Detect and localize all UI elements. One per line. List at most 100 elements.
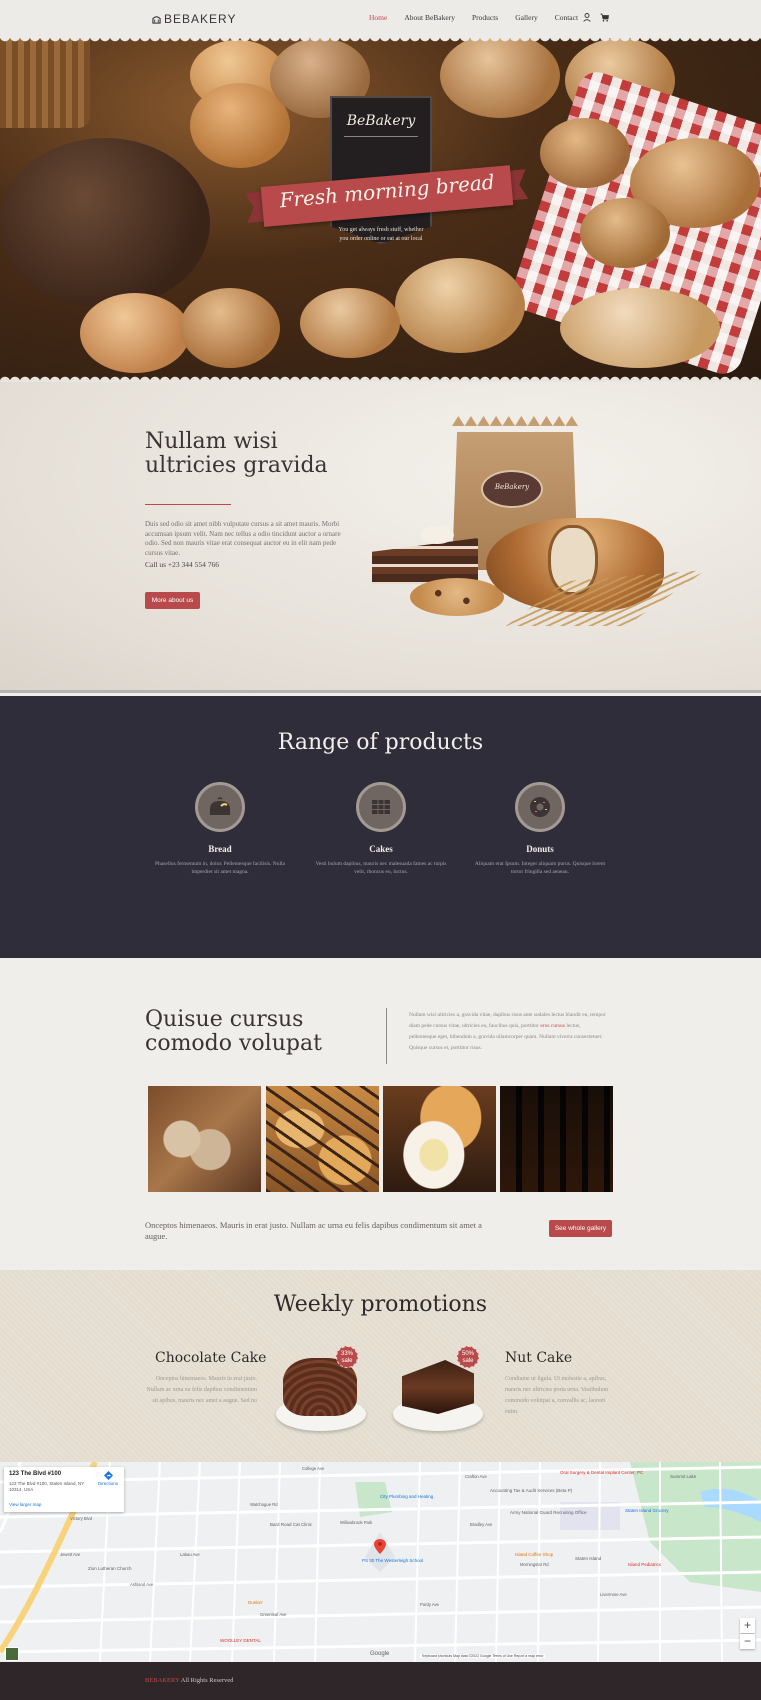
gallery-divider [386, 1008, 387, 1064]
nut-cake-image[interactable] [402, 1360, 474, 1414]
map-poi[interactable]: Staten Island Grocery [625, 1508, 669, 1513]
promo-name[interactable]: Nut Cake [505, 1350, 572, 1366]
map-poi[interactable]: Accounting Tax & Audit Services (Beta P) [490, 1488, 572, 1493]
donut-icon [515, 782, 565, 832]
product-name: Cakes [369, 844, 393, 854]
roll-shape [80, 293, 190, 373]
main-nav: Home About BeBakery Products Gallery Con… [369, 13, 595, 22]
logo-mark-icon [152, 15, 161, 24]
map-directions-button[interactable]: Directions [97, 1471, 119, 1486]
map-poi[interactable]: Army National Guard Recruiting Office [510, 1510, 586, 1515]
google-logo: Google [370, 1651, 390, 1657]
roll-shape [440, 38, 560, 118]
promotions-section: Weekly promotions Chocolate Cake Oncepto… [0, 1270, 761, 1462]
map-road-label: Victory Blvd [70, 1516, 93, 1521]
hero-subtitle: You get always fresh stuff, whether you … [338, 227, 424, 242]
map-poi[interactable]: Summit Lake [670, 1474, 696, 1479]
location-map[interactable]: College Ave Victory Blvd Watchogue Rd Cr… [0, 1462, 761, 1662]
gallery-title: Quisue cursus comodo volupat [145, 1007, 322, 1056]
cake-cream-image [420, 526, 454, 544]
about-divider [145, 504, 231, 505]
user-icon[interactable] [583, 13, 591, 22]
gallery-text-highlight[interactable]: eros cursus [540, 1023, 565, 1029]
see-gallery-button[interactable]: See whole gallery [549, 1220, 612, 1237]
product-donuts[interactable]: Donuts Aliquam erat Ipsum. Integer aliqu… [470, 782, 610, 876]
sale-pct: 50% [461, 1351, 474, 1357]
about-title: Nullam wisi ultricies gravida [145, 429, 328, 478]
gallery-text: Nullam wisi ultricies a, gravida vitae, … [409, 1010, 607, 1054]
map-poi[interactable]: PS 30 The Westerleigh School [362, 1558, 423, 1563]
map-poi[interactable]: Dunkin' [248, 1600, 263, 1605]
map-info-card: 123 The Blvd #100 123 The Blvd #100, Sta… [4, 1467, 124, 1512]
product-cakes[interactable]: Cakes Vesti bulum dapibus, mauris nec ma… [311, 782, 451, 876]
map-road-label: Labau Ave [180, 1552, 200, 1557]
map-poi[interactable]: Oral Surgery & Dental Implant Center, PC [560, 1470, 643, 1475]
product-desc: Phasellus fermentum in, dolor. Pellentes… [155, 861, 285, 875]
promo-sale-badge: 33% sale [336, 1346, 358, 1368]
map-poi[interactable]: Island Pediatrics [628, 1562, 661, 1567]
zoom-in-button[interactable]: + [740, 1618, 755, 1633]
about-phone: Call us +23 344 554 766 [145, 560, 220, 569]
sale-word: sale [462, 1358, 474, 1364]
site-logo[interactable]: BEBAKERY [152, 12, 236, 26]
map-poi[interactable]: Bard Road Cat Clinic [270, 1522, 312, 1527]
map-road-label: Purdy Ave [420, 1602, 440, 1607]
logo-text: BEBAKERY [164, 12, 237, 26]
site-footer: BEBAKERY All Rights Reserved [0, 1662, 761, 1700]
products-title: Range of products [277, 730, 484, 755]
cart-icon[interactable] [600, 13, 609, 22]
gallery-thumb-sliced-bread[interactable] [148, 1086, 261, 1192]
promo-name[interactable]: Chocolate Cake [155, 1350, 266, 1366]
gallery-thumb-croissants[interactable] [266, 1086, 379, 1192]
basket-shape [0, 38, 90, 128]
directions-icon [103, 1471, 113, 1480]
bag-crimp [452, 416, 578, 426]
promotions-title: Weekly promotions [273, 1292, 488, 1317]
cake-slice-image [372, 538, 478, 584]
footer-brand[interactable]: BEBAKERY [145, 1677, 179, 1684]
roll-shape [560, 288, 720, 368]
product-bread[interactable]: Bread Phasellus fermentum in, dolor. Pel… [150, 782, 290, 876]
nav-contact[interactable]: Contact [555, 13, 578, 22]
map-poi[interactable]: City Plumbing and Heating [380, 1494, 433, 1499]
nav-products[interactable]: Products [472, 13, 498, 22]
about-text: Duis sed odio sit amet nibh vulputate cu… [145, 520, 341, 557]
more-about-button[interactable]: More about us [145, 592, 200, 609]
copyright: BEBAKERY All Rights Reserved [145, 1677, 233, 1684]
map-road-label: Ashland Ave [130, 1582, 154, 1587]
cake-icon [356, 782, 406, 832]
zoom-out-button[interactable]: − [740, 1634, 755, 1649]
nav-home[interactable]: Home [369, 13, 387, 22]
nav-about[interactable]: About BeBakery [404, 13, 455, 22]
map-poi[interactable]: Island Coffee Shop [515, 1552, 553, 1557]
map-road-label: Livermore Ave [600, 1592, 627, 1597]
hero-scallop-edge [0, 372, 761, 382]
product-name: Donuts [526, 844, 554, 854]
dark-loaf-shape [0, 138, 210, 308]
bread-icon [195, 782, 245, 832]
map-road-label: Jewett Ave [60, 1552, 81, 1557]
map-road-label: College Ave [302, 1466, 325, 1471]
promo-desc: Onceptos himenaeos. Mauris in erat justo… [146, 1376, 257, 1404]
view-larger-map-link[interactable]: View larger map [9, 1502, 41, 1507]
roll-shape [540, 118, 630, 188]
nav-gallery[interactable]: Gallery [515, 13, 538, 22]
map-attribution[interactable]: Keyboard shortcuts Map data ©2022 Google… [420, 1654, 546, 1658]
roll-shape [180, 288, 280, 368]
footer-copy: All Rights Reserved [180, 1677, 234, 1684]
pegman-icon[interactable] [5, 1647, 19, 1661]
map-poi[interactable]: WOOLLEY DENTAL [220, 1638, 261, 1643]
hero-divider [344, 136, 418, 137]
map-poi[interactable]: Staten Island [575, 1556, 601, 1561]
about-section: Nullam wisi ultricies gravida Duis sed o… [0, 380, 761, 693]
sale-pct: 33% [340, 1351, 353, 1357]
gallery-thumb-iced-loaves[interactable] [500, 1086, 613, 1192]
gallery-thumb-pastry[interactable] [383, 1086, 496, 1192]
map-poi[interactable]: Zion Lutheran Church [88, 1566, 132, 1571]
map-road-label: Crafton Ave [465, 1474, 487, 1479]
gallery-section: Quisue cursus comodo volupat Nullam wisi… [0, 958, 761, 1270]
sale-word: sale [341, 1358, 353, 1364]
map-road-label: Willowbrook Park [340, 1520, 373, 1525]
site-header: BEBAKERY Home About BeBakery Products Ga… [0, 0, 761, 38]
map-place-title: 123 The Blvd #100 [9, 1471, 62, 1477]
